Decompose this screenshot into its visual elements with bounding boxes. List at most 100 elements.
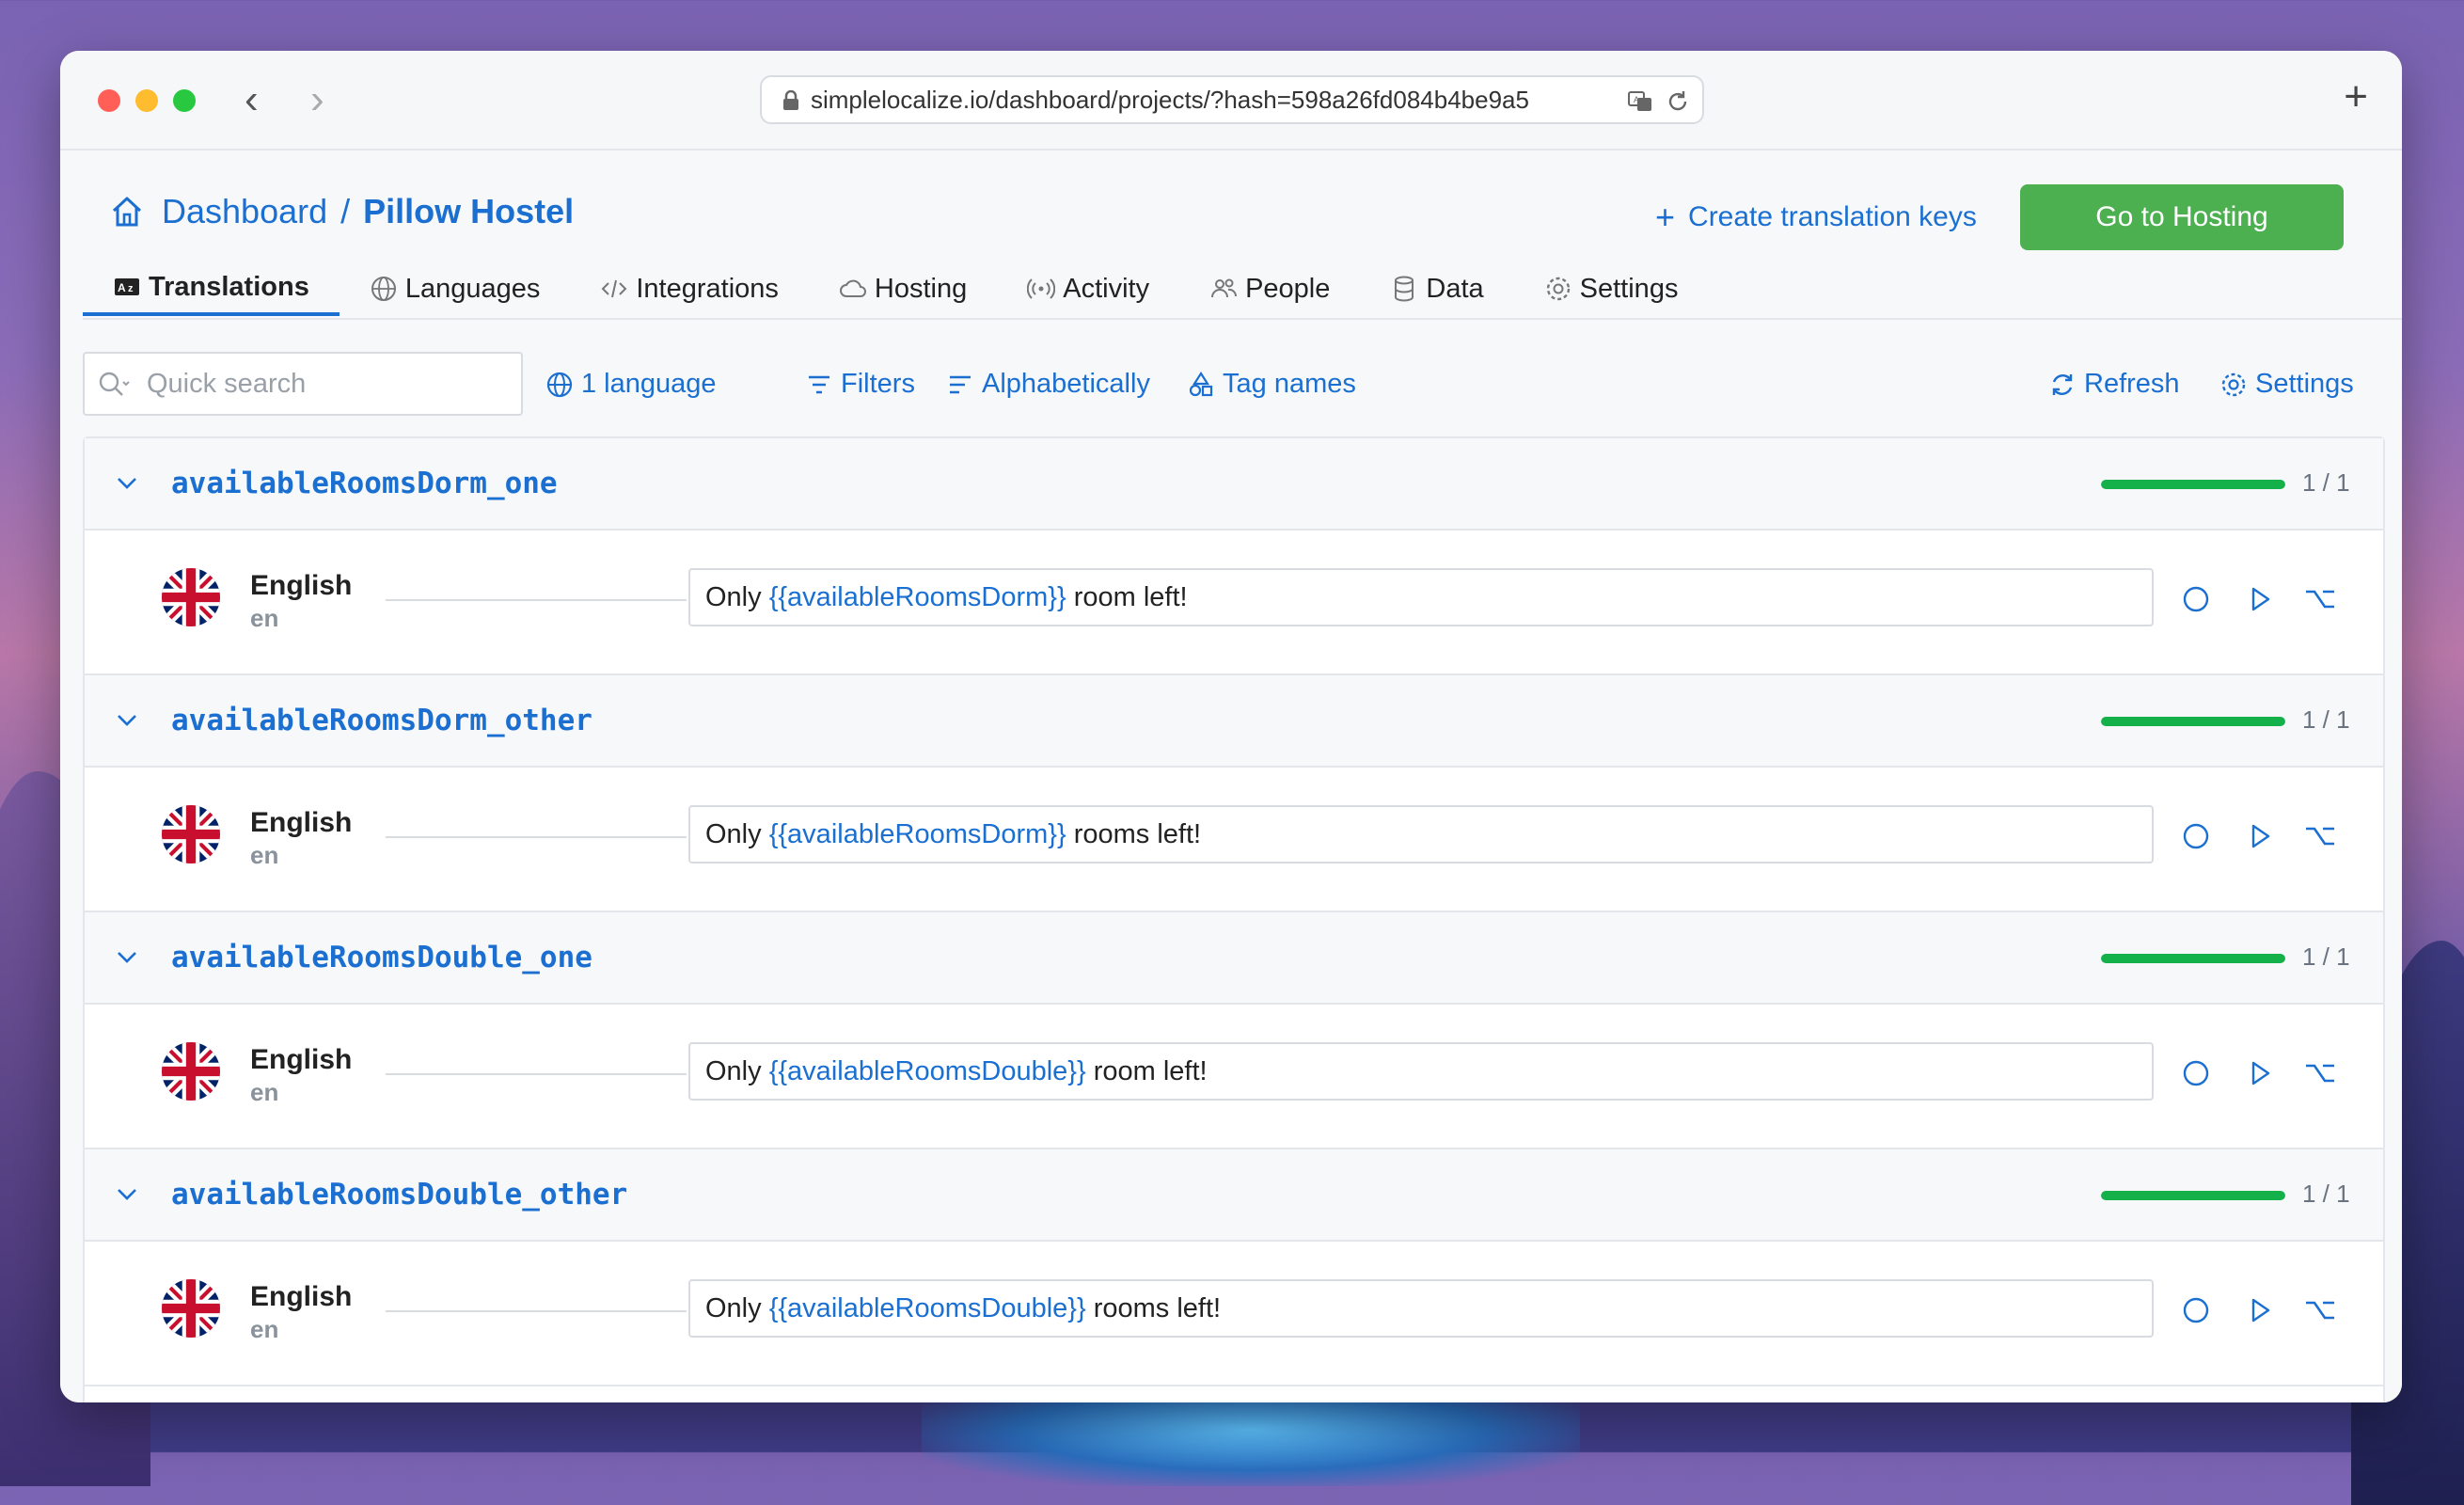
translation-placeholder: {{availableRoomsDorm}} <box>768 818 1066 849</box>
shapes-icon <box>1189 371 1213 396</box>
chevron-down-icon[interactable] <box>113 943 141 971</box>
filter-icon <box>809 375 829 393</box>
tab-data[interactable]: Data <box>1360 261 1513 316</box>
project-tabs: Az Translations Languages Integrations Hosti… <box>83 261 2402 320</box>
translation-input[interactable]: Only {{availableRoomsDorm}} room left! <box>688 568 2154 626</box>
tab-activity[interactable]: Activity <box>997 261 1179 316</box>
chevron-down-icon[interactable] <box>113 468 141 497</box>
uk-flag-icon <box>162 568 220 626</box>
sort-icon <box>950 375 971 393</box>
cloud-icon <box>839 279 866 297</box>
translation-input[interactable]: Only {{availableRoomsDouble}} room left! <box>688 1042 2154 1101</box>
option-key-icon[interactable] <box>2304 1294 2336 1326</box>
circle-status-icon[interactable] <box>2180 583 2212 615</box>
back-arrow-icon[interactable]: ‹ <box>245 79 259 120</box>
view-settings-label: Settings <box>2255 369 2354 399</box>
play-icon[interactable] <box>2244 1294 2276 1326</box>
tab-integrations[interactable]: Integrations <box>570 261 809 316</box>
home-icon[interactable] <box>109 194 145 230</box>
translation-text-suffix: rooms left! <box>1085 1292 1222 1323</box>
new-tab-button[interactable]: + <box>2344 73 2368 120</box>
gear-icon <box>1546 277 1570 301</box>
translation-key-header[interactable]: availableRoomsDorm_one 1 / 1 <box>85 438 2383 531</box>
option-key-icon[interactable] <box>2304 583 2336 615</box>
tab-label: Integrations <box>636 273 779 304</box>
translation-key-name[interactable]: availableRoomsDorm_other <box>171 704 592 737</box>
tab-label: People <box>1245 273 1331 304</box>
translation-text-prefix: Only <box>705 1292 769 1323</box>
close-window-button[interactable] <box>98 89 120 112</box>
connector-line <box>386 1073 687 1075</box>
translation-placeholder: {{availableRoomsDouble}} <box>768 1055 1086 1086</box>
lock-icon <box>783 90 798 110</box>
translation-key-header[interactable]: availableRoomsDouble_one 1 / 1 <box>85 912 2383 1005</box>
translation-progress-bar <box>2101 954 2285 963</box>
tab-hosting[interactable]: Hosting <box>809 261 997 316</box>
language-name: English <box>250 1281 353 1312</box>
translation-key-header[interactable]: availableRoomsDorm_other 1 / 1 <box>85 675 2383 768</box>
title-bar: ‹ › simplelocalize.io/dashboard/projects… <box>60 51 2402 150</box>
language-code: en <box>250 841 279 869</box>
translation-progress-bar <box>2101 717 2285 726</box>
plus-icon: + <box>1655 198 1676 236</box>
translation-input[interactable]: Only {{availableRoomsDouble}} rooms left… <box>688 1279 2154 1338</box>
search-input[interactable] <box>145 367 506 401</box>
search-icon <box>99 372 130 396</box>
translation-placeholder: {{availableRoomsDouble}} <box>768 1292 1086 1323</box>
circle-status-icon[interactable] <box>2180 820 2212 852</box>
translation-ratio: 1 / 1 <box>2302 1180 2350 1208</box>
tab-translations[interactable]: Az Translations <box>83 261 340 316</box>
tag-names-button[interactable]: Tag names <box>1187 369 1356 400</box>
reload-icon[interactable] <box>1665 88 1691 115</box>
address-bar[interactable]: simplelocalize.io/dashboard/projects/?ha… <box>760 75 1704 124</box>
circle-status-icon[interactable] <box>2180 1057 2212 1089</box>
go-to-hosting-button[interactable]: Go to Hosting <box>2020 184 2344 250</box>
chevron-down-icon[interactable] <box>113 705 141 734</box>
translation-text-prefix: Only <box>705 1055 769 1086</box>
maximize-window-button[interactable] <box>173 89 196 112</box>
tab-people[interactable]: People <box>1179 261 1360 316</box>
filters-button[interactable]: Filters <box>805 369 915 400</box>
tab-languages[interactable]: Languages <box>340 261 571 316</box>
tag-names-label: Tag names <box>1223 369 1356 399</box>
option-key-icon[interactable] <box>2304 820 2336 852</box>
play-icon[interactable] <box>2244 583 2276 615</box>
tab-settings[interactable]: Settings <box>1514 261 1709 316</box>
breadcrumb-project[interactable]: Pillow Hostel <box>363 192 574 231</box>
toolbar: 1 language Filters Alphabetically Tag na… <box>83 352 2379 416</box>
translation-key-header[interactable]: availableRoomsDouble_other 1 / 1 <box>85 1149 2383 1242</box>
create-keys-label: Create translation keys <box>1688 201 1977 232</box>
translation-key-name[interactable]: availableRoomsDorm_one <box>171 467 558 500</box>
quick-search[interactable] <box>83 352 523 416</box>
forward-arrow-icon[interactable]: › <box>310 79 324 120</box>
sort-button[interactable]: Alphabetically <box>946 369 1150 400</box>
translation-key-name[interactable]: availableRoomsDouble_one <box>171 941 592 974</box>
language-filter-button[interactable]: 1 language <box>545 369 717 400</box>
tab-label: Hosting <box>874 273 968 304</box>
translate-page-icon[interactable]: A <box>1627 88 1653 115</box>
code-icon <box>601 279 627 298</box>
translation-text-suffix: room left! <box>1085 1055 1208 1086</box>
translation-row: English en Only {{availableRoomsDouble}} r… <box>85 1242 2383 1386</box>
translation-key-name[interactable]: availableRoomsDouble_other <box>171 1178 627 1212</box>
translation-progress-bar <box>2101 1191 2285 1200</box>
translation-input[interactable]: Only {{availableRoomsDorm}} rooms left! <box>688 805 2154 863</box>
translation-row: English en Only {{availableRoomsDouble}} r… <box>85 1005 2383 1149</box>
breadcrumb-dashboard-link[interactable]: Dashboard <box>162 192 327 231</box>
option-key-icon[interactable] <box>2304 1057 2336 1089</box>
create-translation-keys-button[interactable]: + Create translation keys <box>1655 198 1977 237</box>
language-code: en <box>250 1315 279 1343</box>
play-icon[interactable] <box>2244 1057 2276 1089</box>
minimize-window-button[interactable] <box>135 89 158 112</box>
refresh-button[interactable]: Refresh <box>2048 369 2180 400</box>
connector-line <box>386 1310 687 1312</box>
circle-status-icon[interactable] <box>2180 1294 2212 1326</box>
globe-icon <box>371 277 396 301</box>
tab-label: Data <box>1426 273 1484 304</box>
filters-label: Filters <box>841 369 915 399</box>
breadcrumb-separator: / <box>340 192 351 230</box>
app-content: Dashboard / Pillow Hostel + Create trans… <box>60 150 2402 1402</box>
play-icon[interactable] <box>2244 820 2276 852</box>
chevron-down-icon[interactable] <box>113 1180 141 1208</box>
view-settings-button[interactable]: Settings <box>2219 369 2354 400</box>
